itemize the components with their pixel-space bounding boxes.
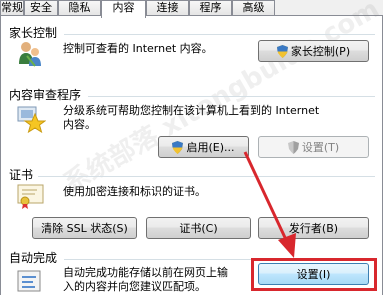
shield-icon bbox=[287, 140, 299, 154]
parental-controls-desc: 控制可查看的 Internet 内容。 bbox=[63, 42, 213, 55]
autocomplete-title: 自动完成 bbox=[9, 251, 58, 265]
clear-ssl-state-button[interactable]: 清除 SSL 状态(S) bbox=[32, 217, 137, 239]
content-advisor-icon bbox=[16, 103, 47, 134]
parental-controls-title: 家长控制 bbox=[9, 26, 58, 40]
tab-content[interactable]: 内容 bbox=[101, 0, 146, 18]
parental-controls-button[interactable]: 家长控制(P) bbox=[258, 40, 369, 62]
certificates-rule bbox=[38, 176, 375, 177]
shield-icon bbox=[172, 140, 184, 154]
watermark: 系统部落 xitongbuluo.com bbox=[58, 0, 383, 200]
publishers-button[interactable]: 发行者(B) bbox=[258, 217, 369, 239]
tab-security[interactable]: 安全 bbox=[24, 0, 58, 16]
parental-controls-icon bbox=[17, 40, 43, 68]
tab-connections[interactable]: 连接 bbox=[146, 0, 189, 16]
content-advisor-desc-line2: 内容。 bbox=[63, 118, 96, 131]
parental-controls-rule bbox=[64, 34, 375, 35]
tab-privacy[interactable]: 隐私 bbox=[58, 0, 101, 16]
autocomplete-icon bbox=[16, 268, 44, 295]
highlight-box bbox=[251, 258, 377, 291]
content-advisor-settings-button[interactable]: 设置(T) bbox=[258, 136, 369, 158]
autocomplete-desc-line2: 入的内容并向您建议匹配项。 bbox=[63, 280, 206, 293]
content-advisor-title: 内容审查程序 bbox=[9, 88, 82, 102]
tab-general[interactable]: 常规 bbox=[0, 0, 24, 16]
autocomplete-desc-line1: 自动完成功能存储以前在网页上输 bbox=[63, 266, 228, 279]
certificate-icon bbox=[17, 183, 45, 209]
tab-programs[interactable]: 程序 bbox=[189, 0, 232, 16]
shield-icon bbox=[276, 44, 288, 58]
content-advisor-enable-button[interactable]: 启用(E)... bbox=[158, 136, 249, 158]
content-advisor-desc-line1: 分级系统可帮助您控制在该计算机上看到的 Internet bbox=[63, 104, 320, 117]
certificates-button[interactable]: 证书(C) bbox=[146, 217, 251, 239]
certificates-title: 证书 bbox=[9, 168, 34, 182]
content-advisor-rule bbox=[88, 96, 375, 97]
certificates-desc: 使用加密连接和标识的证书。 bbox=[63, 185, 206, 198]
tab-advanced[interactable]: 高级 bbox=[232, 0, 275, 16]
